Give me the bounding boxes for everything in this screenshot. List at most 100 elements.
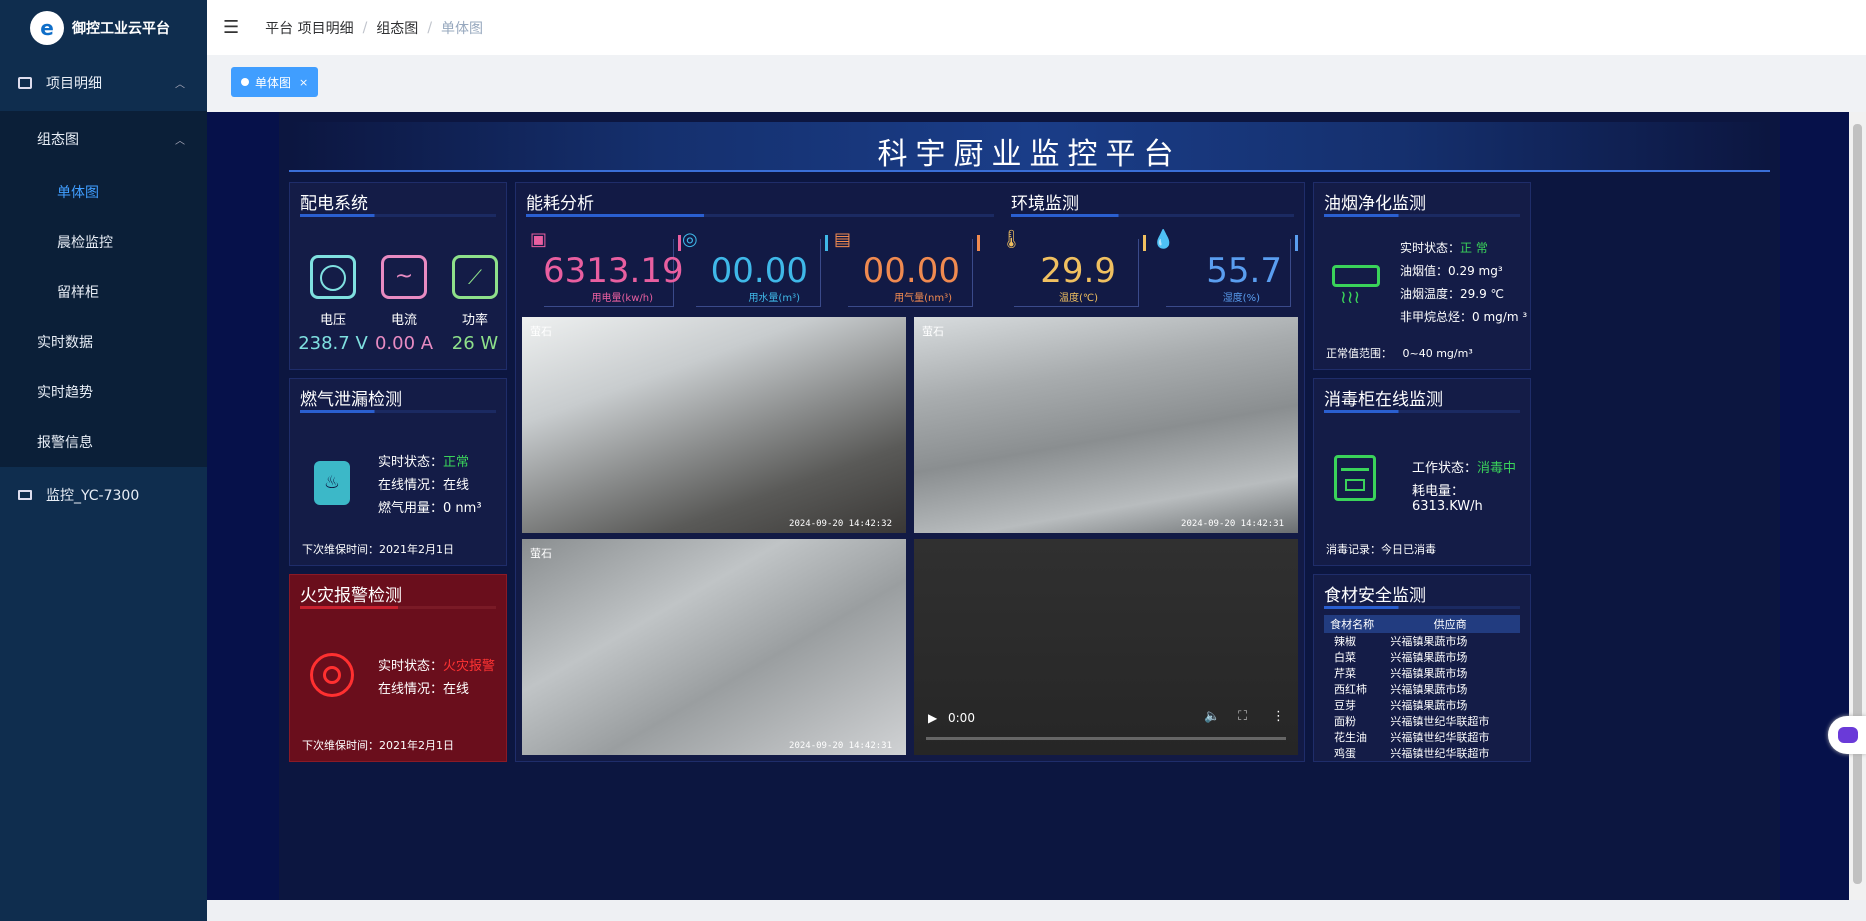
breadcrumb-item-diagram[interactable]: 组态图: [376, 18, 418, 38]
camera-2[interactable]: 萤石 2024-09-20 14:42:31: [914, 317, 1298, 533]
food-supplier: 兴福镇果蔬市场: [1390, 699, 1468, 712]
water-value: 00.00: [710, 251, 808, 291]
breadcrumb-sep: /: [362, 19, 368, 36]
hamburger-icon[interactable]: ☰: [223, 17, 239, 38]
food-supplier: 兴福镇世纪华联超市: [1390, 747, 1490, 760]
water-icon: ◎: [682, 229, 698, 250]
camera-timestamp: 2024-09-20 14:42:31: [789, 741, 892, 751]
tab-single[interactable]: 单体图 ×: [231, 67, 319, 97]
gas-status: 正常: [443, 455, 470, 470]
env-title: 环境监测: [1011, 194, 1079, 214]
smoke-status: 正 常: [1460, 241, 1488, 255]
voltage-label: 电压: [319, 313, 346, 328]
tags-view: 单体图 ×: [207, 55, 1866, 112]
humidity-icon: 💧: [1152, 229, 1175, 250]
play-icon[interactable]: ▶: [928, 711, 937, 725]
steam-icon: ≀≀≀: [1340, 287, 1361, 308]
sidebar-item-single[interactable]: 单体图: [0, 167, 207, 217]
gas-meter-icon: ▤: [834, 229, 852, 250]
energy-title: 能耗分析: [526, 194, 594, 214]
energy-panel: 能耗分析 环境监测 ▣ 6313.19 用电量(kw/h) ◎ 00.00 用水量(m³…: [515, 182, 1305, 762]
sidebar-item-morning-check[interactable]: 晨检监控: [0, 217, 207, 267]
top-header: ☰ 平台 项目明细 / 组态图 / 单体图: [207, 0, 1866, 55]
food-supplier: 兴福镇世纪华联超市: [1390, 731, 1490, 744]
cabinet-icon: [1334, 455, 1376, 501]
gas-value: 00.00: [862, 251, 960, 291]
stack-icon: [18, 77, 32, 89]
disinfect-record: 消毒记录：今日已消毒: [1326, 543, 1436, 556]
camera-timestamp: 2024-09-20 14:42:32: [789, 519, 892, 529]
electricity-value: 6313.19: [543, 251, 684, 291]
fire-title: 火灾报警检测: [300, 586, 402, 606]
camera-1[interactable]: 萤石 2024-09-20 14:42:32: [522, 317, 906, 533]
app-name: 御控工业云平台: [72, 20, 170, 37]
food-name: 芹菜: [1334, 667, 1356, 680]
dashboard-banner: 科宇厨业监控平台: [289, 122, 1770, 172]
sidebar-item-project[interactable]: 项目明细 ︿: [0, 55, 207, 111]
food-title: 食材安全监测: [1324, 586, 1426, 606]
gas-panel: 燃气泄漏检测 ♨ 实时状态：正常 在线情况：在线 燃气用量：0 nm³ 下次维保…: [289, 378, 507, 566]
range-hood-icon: [1332, 265, 1380, 287]
fire-status: 火灾报警: [443, 659, 496, 674]
sidebar-item-realtime-data[interactable]: 实时数据: [0, 317, 207, 367]
food-name: 面粉: [1334, 715, 1356, 728]
breadcrumb-item-current: 单体图: [441, 20, 484, 37]
video-progress[interactable]: [926, 737, 1286, 740]
sidebar: e 御控工业云平台 项目明细 ︿ 组态图 ︿ 单体图 晨检监控 留样柜 实时数据 实时…: [0, 0, 207, 921]
disinfect-panel: 消毒柜在线监测 工作状态：消毒中 耗电量：6313.KW/h 消毒记录：今日已消…: [1313, 378, 1531, 566]
food-supplier: 兴福镇果蔬市场: [1390, 683, 1468, 696]
breadcrumb-sep: /: [427, 19, 433, 36]
disinfect-energy: 6313.KW/h: [1412, 499, 1483, 514]
table-row: 西红柿 兴福镇果蔬市场: [1324, 681, 1520, 697]
power-title: 配电系统: [300, 194, 368, 214]
food-name: 辣椒: [1334, 635, 1356, 648]
current-label: 电流: [390, 313, 417, 328]
breadcrumb-item-project[interactable]: 平台 项目明细: [265, 18, 353, 38]
disinfect-status: 消毒中: [1477, 461, 1517, 476]
voltage-value: 238.7 V: [298, 333, 368, 354]
scrollbar[interactable]: [1849, 112, 1866, 900]
chevron-up-icon: ︿: [175, 135, 185, 147]
fire-online: 在线: [443, 682, 470, 697]
video-time: 0:00: [948, 711, 975, 725]
food-name: 西红柿: [1334, 683, 1367, 696]
electricity-icon: ▣: [530, 229, 548, 250]
video-player[interactable]: ▶ 0:00 🔈 ⛶ ⋮: [914, 539, 1298, 755]
thermometer-icon: 🌡: [1000, 229, 1023, 250]
sidebar-item-alarm[interactable]: 报警信息: [0, 417, 207, 467]
humidity-value: 55.7: [1206, 251, 1282, 291]
sidebar-item-sample-cabinet[interactable]: 留样柜: [0, 267, 207, 317]
dashboard: 科宇厨业监控平台 配电系统 ~ ⟋ 电压 电流 功率 238.7 V 0.00 …: [207, 112, 1849, 900]
power-label: 功率: [461, 313, 488, 328]
camera-brand: 萤石: [530, 325, 552, 338]
current-icon: ~: [381, 255, 427, 299]
volume-icon[interactable]: 🔈: [1204, 709, 1220, 724]
chat-bot-icon[interactable]: [1828, 716, 1866, 754]
sidebar-item-realtime-trend[interactable]: 实时趋势: [0, 367, 207, 417]
smoke-value: 0.29 mg³: [1448, 264, 1503, 278]
smoke-panel: 油烟净化监测 ≀≀≀ 实时状态：正 常 油烟值：0.29 mg³ 油烟温度：29…: [1313, 182, 1531, 370]
camera-3[interactable]: 萤石 2024-09-20 14:42:31: [522, 539, 906, 755]
table-row: 面粉 兴福镇世纪华联超市: [1324, 713, 1520, 729]
food-panel: 食材安全监测 食材名称 供应商 辣椒 兴福镇果蔬市场 白菜 兴福镇果蔬市场 芹菜 兴福镇果蔬…: [1313, 574, 1531, 762]
table-row: 白菜 兴福镇果蔬市场: [1324, 649, 1520, 665]
current-value: 0.00 A: [374, 333, 434, 354]
table-row: 鸡蛋 兴福镇世纪华联超市: [1324, 745, 1520, 761]
gas-online: 在线: [443, 478, 470, 493]
sidebar-item-diagram[interactable]: 组态图 ︿: [0, 111, 207, 167]
temperature-value: 29.9: [1040, 251, 1116, 291]
power-value: 26 W: [451, 333, 499, 354]
more-icon[interactable]: ⋮: [1272, 709, 1285, 724]
sidebar-item-monitor[interactable]: 监控_YC-7300: [0, 467, 207, 523]
close-icon[interactable]: ×: [299, 76, 308, 89]
power-panel: 配电系统 ~ ⟋ 电压 电流 功率 238.7 V 0.00 A 26 W: [289, 182, 507, 370]
power-icon: ⟋: [452, 255, 498, 299]
smoke-range: 0~40 mg/m³: [1402, 347, 1473, 360]
camera-brand: 萤石: [530, 547, 552, 560]
gas-usage: 0 nm³: [443, 501, 482, 516]
food-table: 食材名称 供应商 辣椒 兴福镇果蔬市场 白菜 兴福镇果蔬市场 芹菜 兴福镇果蔬市场 西红柿 兴福…: [1324, 615, 1520, 761]
fullscreen-icon[interactable]: ⛶: [1238, 709, 1247, 724]
smoke-title: 油烟净化监测: [1324, 194, 1426, 214]
chevron-up-icon: ︿: [175, 79, 185, 91]
table-row: 花生油 兴福镇世纪华联超市: [1324, 729, 1520, 745]
